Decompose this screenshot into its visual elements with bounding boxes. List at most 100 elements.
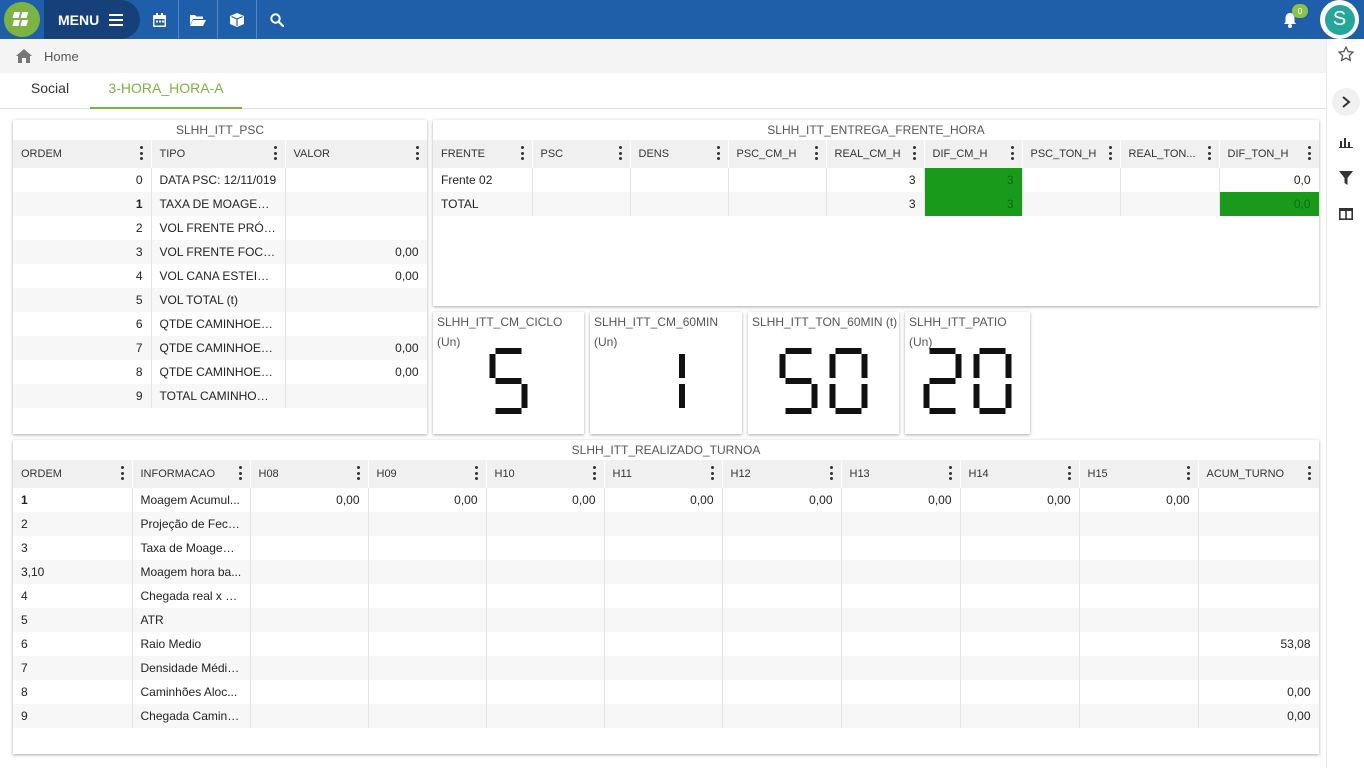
turno-row[interactable]: 6 Raio Medio 53,08: [13, 632, 1319, 656]
entrega-col-dens[interactable]: DENS: [630, 140, 729, 168]
psc-row[interactable]: 4 VOL CANA ESTEIRA ... 0,00: [13, 264, 427, 288]
turno-col-h08[interactable]: H08: [250, 460, 369, 488]
psc-row[interactable]: 8 QTDE CAMINHOES ... 0,00: [13, 360, 427, 384]
column-menu-icon[interactable]: [1207, 146, 1211, 160]
column-menu-icon[interactable]: [1010, 146, 1014, 160]
psc-row[interactable]: 2 VOL FRENTE PRÓPR...: [13, 216, 427, 240]
turno-row[interactable]: 2 Projeção de Fech...: [13, 512, 1319, 536]
turno-col-h13[interactable]: H13: [841, 460, 961, 488]
column-menu-icon[interactable]: [1067, 466, 1071, 480]
tab-3-hora-hora-a[interactable]: 3-HORA_HORA-A: [90, 73, 242, 109]
expand-panel-button[interactable]: [1332, 88, 1360, 116]
entrega-col-psc-cm-h[interactable]: PSC_CM_H: [728, 140, 827, 168]
column-menu-icon[interactable]: [139, 146, 143, 160]
turno-table: ORDEM INFORMACAO H08 H09 H10 H11 H12 H13 H14 H15 A…: [13, 460, 1319, 728]
entrega-cell: [630, 168, 729, 192]
psc-row[interactable]: 3 VOL FRENTE FOCA (t) 0,00: [13, 240, 427, 264]
psc-col-tipo[interactable]: TIPO: [151, 140, 286, 168]
turno-col-h09[interactable]: H09: [368, 460, 487, 488]
psc-col-valor[interactable]: VALOR: [285, 140, 427, 168]
filter-button[interactable]: [1335, 167, 1357, 189]
folder-button[interactable]: [179, 0, 218, 39]
psc-row[interactable]: 1 TAXA DE MOAGEM I...: [13, 192, 427, 216]
psc-row[interactable]: 9 TOTAL CAMINHOES ...: [13, 384, 427, 408]
cube-button[interactable]: [218, 0, 257, 39]
turno-row[interactable]: 9 Chegada Caminh... 0,00: [13, 704, 1319, 728]
column-menu-icon[interactable]: [1307, 466, 1311, 480]
column-menu-icon[interactable]: [238, 466, 242, 480]
column-menu-icon[interactable]: [520, 146, 524, 160]
column-menu-icon[interactable]: [1108, 146, 1112, 160]
turno-row[interactable]: 1 Moagem Acumul... 0,00 0,00 0,00 0,00 0,00 0,0…: [13, 488, 1319, 512]
column-menu-icon[interactable]: [415, 146, 419, 160]
psc-cell: 9: [13, 384, 152, 408]
column-menu-icon[interactable]: [1186, 466, 1190, 480]
column-menu-icon[interactable]: [592, 466, 596, 480]
app-logo[interactable]: [0, 0, 44, 39]
user-avatar[interactable]: S: [1320, 0, 1359, 39]
turno-col-informacao[interactable]: INFORMACAO: [132, 460, 251, 488]
column-menu-icon[interactable]: [120, 466, 124, 480]
turno-row[interactable]: 3 Taxa de Moagem...: [13, 536, 1319, 560]
psc-row[interactable]: 5 VOL TOTAL (t): [13, 288, 427, 312]
column-menu-icon[interactable]: [829, 466, 833, 480]
chart-view-button[interactable]: [1335, 131, 1357, 153]
entrega-cell: [1120, 192, 1220, 216]
psc-row[interactable]: 7 QTDE CAMINHOES F... 0,00: [13, 336, 427, 360]
turno-row[interactable]: 8 Caminhões Aloc... 0,00: [13, 680, 1319, 704]
turno-col-h15[interactable]: H15: [1079, 460, 1199, 488]
column-menu-icon[interactable]: [1307, 146, 1311, 160]
entrega-row[interactable]: TOTAL 3 3 0,0: [433, 192, 1319, 216]
column-header-label: DENS: [638, 148, 670, 160]
chevron-right-icon: [1342, 96, 1351, 108]
turno-cell: 0,00: [841, 488, 961, 512]
turno-row[interactable]: 7 Densidade Média...: [13, 656, 1319, 680]
psc-cell: 0,00: [285, 360, 427, 384]
column-menu-icon[interactable]: [716, 146, 720, 160]
psc-row[interactable]: 0 DATA PSC: 12/11/019: [13, 168, 427, 192]
turno-cell: [1198, 608, 1319, 632]
column-menu-icon[interactable]: [814, 146, 818, 160]
turno-col-h12[interactable]: H12: [722, 460, 842, 488]
turno-col-h10[interactable]: H10: [486, 460, 605, 488]
turno-cell: [841, 584, 961, 608]
turno-row[interactable]: 4 Chegada real x d...: [13, 584, 1319, 608]
column-menu-icon[interactable]: [356, 466, 360, 480]
turno-row[interactable]: 5 ATR: [13, 608, 1319, 632]
entrega-col-psc[interactable]: PSC: [532, 140, 631, 168]
favorite-button[interactable]: [1335, 43, 1357, 65]
turno-col-h14[interactable]: H14: [960, 460, 1080, 488]
entrega-col-psc-ton-h[interactable]: PSC_TON_H: [1022, 140, 1121, 168]
column-header-label: DIF_CM_H: [932, 148, 988, 160]
turno-col-ordem[interactable]: ORDEM: [13, 460, 133, 488]
turno-cell: 0,00: [1079, 488, 1199, 512]
column-menu-icon[interactable]: [948, 466, 952, 480]
entrega-col-real-ton[interactable]: REAL_TON...: [1120, 140, 1220, 168]
entrega-col-frente[interactable]: FRENTE: [433, 140, 533, 168]
turno-row[interactable]: 3,10 Moagem hora ba...: [13, 560, 1319, 584]
search-button[interactable]: [257, 0, 296, 39]
tab-social[interactable]: Social: [14, 73, 86, 109]
psc-row[interactable]: 6 QTDE CAMINHOES ...: [13, 312, 427, 336]
psc-cell: TOTAL CAMINHOES ...: [151, 384, 286, 408]
entrega-cell: [728, 168, 827, 192]
layout-button[interactable]: [1335, 203, 1357, 225]
entrega-cell: 3: [826, 192, 925, 216]
entrega-row[interactable]: Frente 02 3 3 0,0: [433, 168, 1319, 192]
psc-col-ordem[interactable]: ORDEM: [13, 140, 152, 168]
calendar-button[interactable]: [140, 0, 179, 39]
turno-col-h11[interactable]: H11: [604, 460, 723, 488]
turno-cell: 0,00: [1198, 680, 1319, 704]
breadcrumb-home[interactable]: Home: [44, 49, 79, 64]
column-menu-icon[interactable]: [474, 466, 478, 480]
column-menu-icon[interactable]: [912, 146, 916, 160]
column-menu-icon[interactable]: [273, 146, 277, 160]
column-menu-icon[interactable]: [618, 146, 622, 160]
column-menu-icon[interactable]: [710, 466, 714, 480]
entrega-col-dif-cm-h[interactable]: DIF_CM_H: [924, 140, 1023, 168]
menu-button[interactable]: MENU: [44, 0, 140, 39]
entrega-col-dif-ton-h[interactable]: DIF_TON_H: [1219, 140, 1319, 168]
turno-col-acum-turno[interactable]: ACUM_TURNO: [1198, 460, 1319, 488]
entrega-col-real-cm-h[interactable]: REAL_CM_H: [826, 140, 925, 168]
home-icon[interactable]: [16, 49, 32, 63]
